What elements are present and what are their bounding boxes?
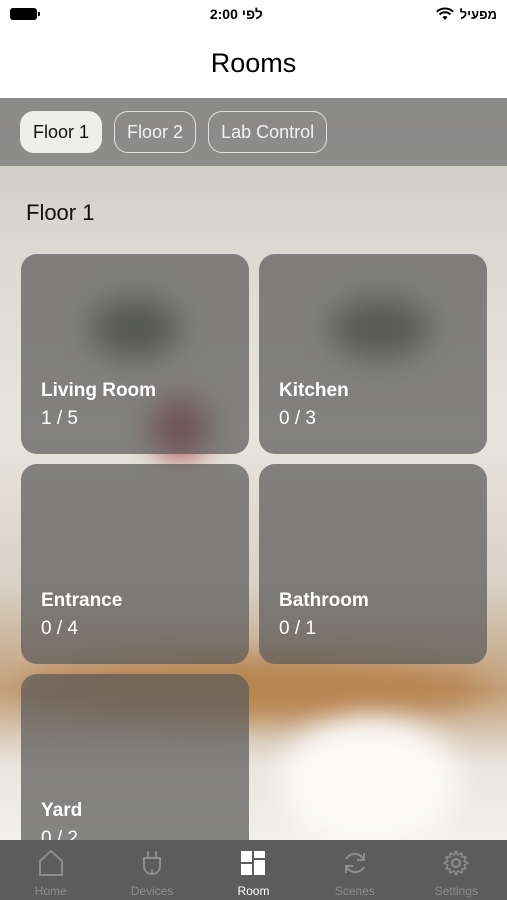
tab-label: Room [237,884,270,898]
navigation-bar: Rooms [0,28,507,98]
plug-icon [143,851,162,875]
room-device-count: 0 / 3 [279,408,316,429]
tab-label: Scenes [334,884,375,898]
section-title: Floor 1 [26,200,95,225]
home-icon [38,850,63,876]
room-name: Kitchen [279,380,349,401]
status-bar: 2:00 לפי מפעיל [0,0,507,28]
tab-label: Home [34,884,67,898]
room-card-kitchen[interactable]: Kitchen 0 / 3 [259,254,487,454]
tab-label: Settings [434,884,478,898]
room-card-yard[interactable]: Yard 0 / 2 [21,674,249,840]
floor-tab-bar: Floor 1 Floor 2 Lab Control [0,98,507,166]
room-card-living-room[interactable]: Living Room 1 / 5 [21,254,249,454]
rooms-content[interactable]: Floor 1 Floor 2 Lab Control Floor 1 Livi… [0,98,507,840]
bottom-tab-bar: Home Devices Room Scenes Settings [0,840,507,900]
room-device-count: 0 / 2 [41,828,78,840]
room-card-entrance[interactable]: Entrance 0 / 4 [21,464,249,664]
carrier-label: מפעיל [459,6,497,22]
tab-floor-1[interactable]: Floor 1 [20,111,103,153]
grid-icon [241,851,266,875]
room-name: Yard [41,800,83,821]
room-card-bathroom[interactable]: Bathroom 0 / 1 [259,464,487,664]
room-name: Bathroom [279,590,369,611]
tab-settings[interactable]: Settings [406,840,507,898]
tab-floor-2[interactable]: Floor 2 [114,111,197,153]
tab-home[interactable]: Home [0,840,101,898]
tab-label: Devices [130,884,174,898]
tab-lab-control[interactable]: Lab Control [208,111,328,153]
refresh-icon [344,852,365,874]
status-time: 2:00 לפי [209,6,263,22]
tab-room[interactable]: Room [203,840,304,898]
battery-icon [10,8,40,20]
tab-devices[interactable]: Devices [102,840,203,898]
room-name: Living Room [41,380,157,401]
wifi-icon [435,7,454,20]
room-device-count: 0 / 1 [279,618,316,639]
room-device-count: 1 / 5 [41,408,78,429]
room-device-count: 0 / 4 [41,618,78,639]
gear-icon [443,850,469,876]
room-name: Entrance [41,590,123,611]
status-right: מפעיל [435,6,497,22]
page-title: Rooms [210,47,297,78]
background-pillow [280,718,460,840]
tab-scenes[interactable]: Scenes [304,840,405,898]
